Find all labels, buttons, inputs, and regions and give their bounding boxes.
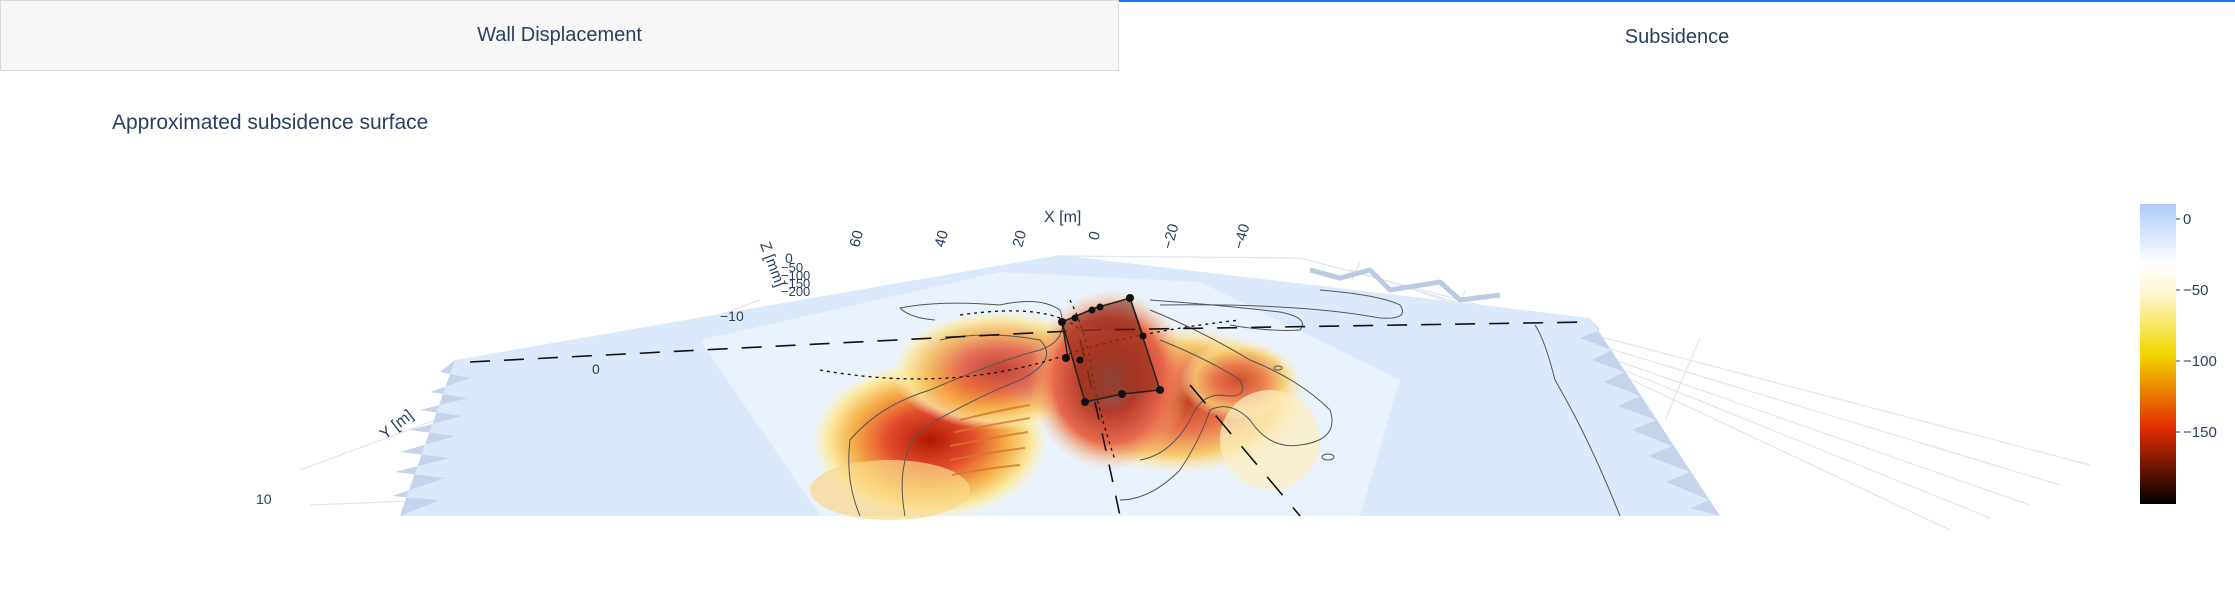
colorbar-tick-0: 0 xyxy=(2183,211,2191,228)
z-axis: Z [mm] 0 −50 −100 −150 −200 xyxy=(756,240,810,299)
x-axis-title: X [m] xyxy=(1044,209,1081,226)
tab-wall-displacement[interactable]: Wall Displacement xyxy=(0,0,1119,71)
colorbar: 0 −50 −100 −150 xyxy=(2140,204,2217,504)
y-axis-title: Y [m] xyxy=(377,407,417,443)
plot-title: Approximated subsidence surface xyxy=(112,111,429,134)
tab-subsidence[interactable]: Subsidence xyxy=(1119,0,2235,72)
colorbar-tick-minus150: −150 xyxy=(2183,424,2217,441)
x-axis: X [m] 60 40 20 0 −20 −40 xyxy=(846,209,1253,251)
z-tick-minus200: −200 xyxy=(781,284,810,299)
x-tick-minus40: −40 xyxy=(1230,222,1253,251)
x-tick-minus20: −20 xyxy=(1159,222,1182,251)
y-tick-10: 10 xyxy=(256,491,272,507)
subsidence-3d-plot[interactable]: X [m] 60 40 20 0 −20 −40 Z [mm] 0 −50 −1… xyxy=(0,140,2235,560)
x-tick-40: 40 xyxy=(931,229,952,250)
x-tick-20: 20 xyxy=(1009,229,1030,250)
tab-bar: Wall Displacement Subsidence xyxy=(0,0,2235,72)
colorbar-tick-minus100: −100 xyxy=(2183,353,2217,370)
y-tick-minus10: −10 xyxy=(720,308,744,324)
colorbar-tick-minus50: −50 xyxy=(2183,282,2208,299)
colorbar-gradient xyxy=(2140,204,2176,504)
y-tick-0: 0 xyxy=(592,361,600,377)
plot-canvas[interactable]: X [m] 60 40 20 0 −20 −40 Z [mm] 0 −50 −1… xyxy=(0,140,2235,560)
x-tick-60: 60 xyxy=(846,229,867,250)
x-tick-0: 0 xyxy=(1085,230,1104,242)
